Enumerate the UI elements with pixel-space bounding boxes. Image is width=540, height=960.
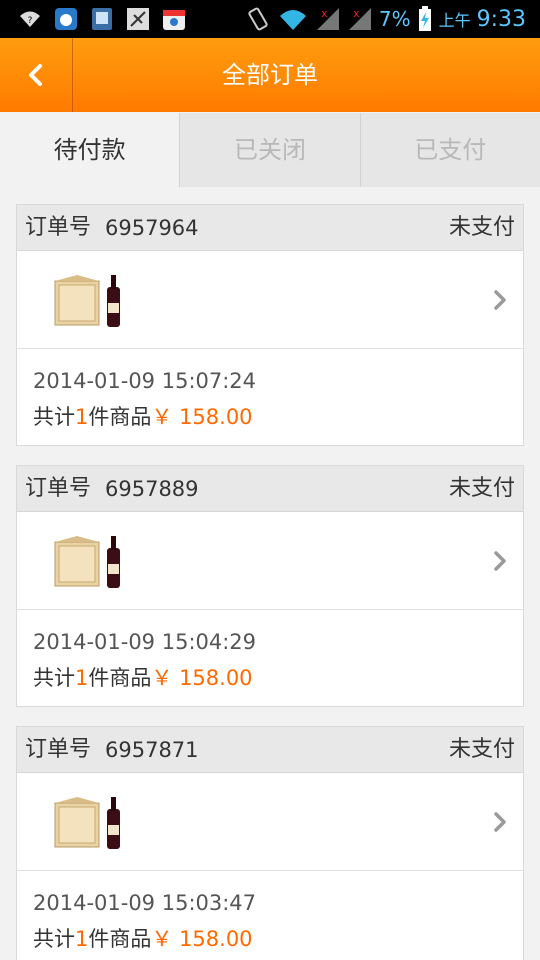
system-status: x x 7% 上午 9:33 xyxy=(245,3,526,35)
wifi-signal-icon xyxy=(279,10,306,30)
order-tabs: 待付款 已关闭 已支付 xyxy=(0,113,540,187)
wine-gift-box-thumbnail xyxy=(54,275,120,327)
order-number: 6957871 xyxy=(105,738,199,762)
cell-signal-icon: x xyxy=(316,7,339,30)
item-count: 1 xyxy=(75,666,89,690)
order-card: 订单号 6957964 未支付 2014-01-09 15:07:24 共计1件… xyxy=(16,204,524,446)
order-time: 2014-01-09 15:03:47 xyxy=(33,891,257,915)
order-card: 订单号 6957871 未支付 2014-01-09 15:03:47 共计1件… xyxy=(16,726,524,960)
usb-notification-icon xyxy=(127,8,149,30)
order-footer: 2014-01-09 15:07:24 共计1件商品￥ 158.00 xyxy=(17,349,523,445)
order-price: 158.00 xyxy=(179,666,253,690)
order-footer: 2014-01-09 15:03:47 共计1件商品￥ 158.00 xyxy=(17,871,523,960)
summary-unit: 件商品 xyxy=(88,405,152,429)
app-notification-icon xyxy=(55,8,77,30)
order-number: 6957964 xyxy=(105,216,199,240)
tab-paid[interactable]: 已支付 xyxy=(359,113,540,187)
order-item-row[interactable] xyxy=(17,512,523,610)
order-card: 订单号 6957889 未支付 2014-01-09 15:04:29 共计1件… xyxy=(16,465,524,707)
cell-signal-2-icon: x xyxy=(348,7,371,30)
vibrate-icon xyxy=(248,7,268,31)
svg-text:x: x xyxy=(321,7,328,20)
currency-symbol: ￥ xyxy=(151,666,173,690)
summary-unit: 件商品 xyxy=(88,927,152,951)
currency-symbol: ￥ xyxy=(151,927,173,951)
order-summary: 共计1件商品￥ 158.00 xyxy=(33,401,253,431)
order-header: 订单号 6957964 未支付 xyxy=(17,205,523,251)
summary-prefix: 共计 xyxy=(33,405,75,429)
item-count: 1 xyxy=(75,927,89,951)
wine-gift-box-thumbnail xyxy=(54,536,120,588)
status-ampm: 上午 xyxy=(438,11,471,30)
store-notification-icon xyxy=(163,10,185,30)
summary-unit: 件商品 xyxy=(88,666,152,690)
order-item-row[interactable] xyxy=(17,773,523,871)
battery-charging-icon xyxy=(418,6,431,31)
order-status: 未支付 xyxy=(448,737,515,762)
order-status: 未支付 xyxy=(448,215,515,240)
currency-symbol: ￥ xyxy=(151,405,173,429)
status-time: 9:33 xyxy=(476,6,526,32)
order-header: 订单号 6957889 未支付 xyxy=(17,466,523,512)
chevron-right-icon xyxy=(494,812,506,832)
summary-prefix: 共计 xyxy=(33,927,75,951)
chevron-right-icon xyxy=(494,290,506,310)
app-header: 全部订单 xyxy=(0,38,540,112)
wine-gift-box-thumbnail xyxy=(54,797,120,849)
tab-closed[interactable]: 已关闭 xyxy=(179,113,359,187)
download-notification-icon xyxy=(92,8,112,30)
order-time: 2014-01-09 15:07:24 xyxy=(33,369,257,393)
order-status: 未支付 xyxy=(448,476,515,501)
summary-prefix: 共计 xyxy=(33,666,75,690)
order-number-label: 订单号 xyxy=(25,215,92,240)
svg-text:?: ? xyxy=(28,16,33,26)
wifi-notification-icon: ? xyxy=(20,11,40,27)
item-count: 1 xyxy=(75,405,89,429)
order-price: 158.00 xyxy=(179,927,253,951)
svg-text:x: x xyxy=(353,7,360,20)
battery-percent: 7% xyxy=(378,7,411,31)
order-price: 158.00 xyxy=(179,405,253,429)
order-number-label: 订单号 xyxy=(25,476,92,501)
chevron-right-icon xyxy=(494,551,506,571)
order-footer: 2014-01-09 15:04:29 共计1件商品￥ 158.00 xyxy=(17,610,523,706)
order-item-row[interactable] xyxy=(17,251,523,349)
order-summary: 共计1件商品￥ 158.00 xyxy=(33,662,253,692)
notification-icons: ? xyxy=(18,6,186,32)
tab-pending-payment[interactable]: 待付款 xyxy=(0,113,180,187)
order-number: 6957889 xyxy=(105,477,199,501)
order-number-label: 订单号 xyxy=(25,737,92,762)
status-bar: ? x x 7% 上午 9:33 xyxy=(0,0,540,38)
order-time: 2014-01-09 15:04:29 xyxy=(33,630,257,654)
page-title: 全部订单 xyxy=(222,61,318,89)
order-header: 订单号 6957871 未支付 xyxy=(17,727,523,773)
order-summary: 共计1件商品￥ 158.00 xyxy=(33,923,253,953)
